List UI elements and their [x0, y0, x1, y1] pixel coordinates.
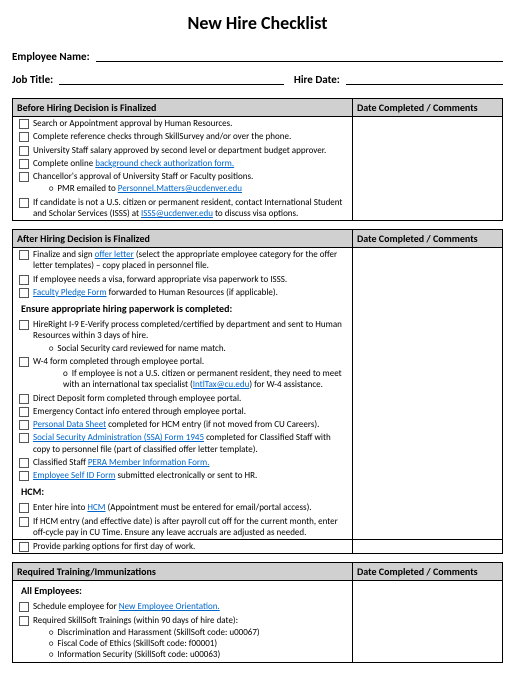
- s2-item-2: If employee needs a visa, forward approp…: [19, 273, 348, 286]
- s2g2-item-1-sub: Social Security card reviewed for name m…: [49, 343, 348, 354]
- hire-date-label: Hire Date:: [294, 73, 340, 86]
- s1-comments[interactable]: [353, 117, 503, 221]
- s3-comments[interactable]: [353, 581, 503, 662]
- s1-item-6: If candidate is not a U.S. citizen or pe…: [19, 196, 348, 221]
- s2g4-comments[interactable]: [353, 540, 503, 554]
- job-title-label: Job Title:: [12, 73, 53, 86]
- neo-link[interactable]: New Employee Orientation.: [119, 601, 220, 612]
- s1-item-4: Complete online background check authori…: [19, 157, 348, 170]
- section3-header: Required Training/Immunizations: [13, 563, 353, 581]
- s2-item-3: Faculty Pledge Form forwarded to Human R…: [19, 286, 348, 299]
- job-title-field: Job Title:: [12, 73, 284, 86]
- s2g2-item-2-sub: If employee is not a U.S. citizen or per…: [63, 368, 348, 391]
- s2g2-item-5: Personal Data Sheet completed for HCM en…: [19, 418, 348, 431]
- bg-check-link[interactable]: background check authorization form.: [95, 158, 234, 169]
- selfid-link[interactable]: Employee Self ID Form: [33, 470, 115, 481]
- job-title-line[interactable]: [59, 73, 284, 85]
- employee-name-label: Employee Name:: [12, 50, 90, 63]
- ssa-link[interactable]: Social Security Administration (SSA) For…: [33, 432, 204, 443]
- s2-item-1: Finalize and sign offer letter (select t…: [19, 248, 348, 273]
- intltax-link[interactable]: IntlTax@cu.edu: [193, 379, 250, 390]
- page-title: New Hire Checklist: [12, 12, 503, 34]
- subhead-all-employees: All Employees:: [17, 581, 348, 600]
- section-training: Required Training/Immunizations Date Com…: [12, 562, 503, 662]
- hire-date-field: Hire Date:: [294, 73, 503, 86]
- offer-letter-link[interactable]: offer letter: [95, 249, 134, 260]
- s2-comments[interactable]: [353, 248, 503, 540]
- s1-item-1: Search or Appointment approval by Human …: [19, 117, 348, 130]
- employee-name-line[interactable]: [96, 50, 503, 62]
- s3-sub-1: Discrimination and Harassment (SkillSoft…: [49, 627, 348, 638]
- s1-item-3: University Staff salary approved by seco…: [19, 144, 348, 157]
- employee-name-field: Employee Name:: [12, 50, 503, 63]
- personnel-email-link[interactable]: Personnel.Matters@ucdenver.edu: [118, 183, 242, 194]
- comments-header-3: Date Completed / Comments: [353, 563, 503, 581]
- s2g2-item-4: Emergency Contact info entered through e…: [19, 405, 348, 418]
- section-before-hiring: Before Hiring Decision is Finalized Date…: [12, 98, 503, 221]
- s3-item-1: Schedule employee for New Employee Orien…: [19, 600, 348, 613]
- s2g2-item-2: W-4 form completed through employee port…: [19, 355, 348, 392]
- section1-header: Before Hiring Decision is Finalized: [13, 99, 353, 117]
- s2g2-item-6: Social Security Administration (SSA) For…: [19, 431, 348, 456]
- subhead-hcm: HCM:: [17, 482, 348, 501]
- s1-item-5-sub: PMR emailed to Personnel.Matters@ucdenve…: [49, 183, 348, 194]
- hire-date-line[interactable]: [346, 73, 503, 85]
- pera-link[interactable]: PERA Member Information Form.: [88, 457, 210, 468]
- s2g2-item-3: Direct Deposit form completed through em…: [19, 392, 348, 405]
- faculty-pledge-link[interactable]: Faculty Pledge Form: [33, 287, 107, 298]
- s2g3-item-1: Enter hire into HCM (Appointment must be…: [19, 501, 348, 514]
- s2g2-item-7: Classified Staff PERA Member Information…: [19, 456, 348, 469]
- section-after-hiring: After Hiring Decision is Finalized Date …: [12, 229, 503, 554]
- hcm-link[interactable]: HCM: [87, 502, 105, 513]
- s1-item-2: Complete reference checks through SkillS…: [19, 130, 348, 143]
- subhead-paperwork: Ensure appropriate hiring paperwork is c…: [17, 299, 348, 318]
- s1-item-5: Chancellor's approval of University Staf…: [19, 170, 348, 196]
- s3-sub-3: Information Security (SkillSoft code: u0…: [49, 649, 348, 660]
- comments-header-1: Date Completed / Comments: [353, 99, 503, 117]
- s3-sub-2: Fiscal Code of Ethics (SkillSoft code: f…: [49, 638, 348, 649]
- s2g3-item-2: If HCM entry (and effective date) is aft…: [19, 515, 348, 540]
- pds-link[interactable]: Personal Data Sheet: [33, 419, 106, 430]
- s2g2-item-8: Employee Self ID Form submitted electron…: [19, 469, 348, 482]
- comments-header-2: Date Completed / Comments: [353, 230, 503, 248]
- s2g2-item-1: HireRight I-9 E-Verify process completed…: [19, 318, 348, 355]
- section2-header: After Hiring Decision is Finalized: [13, 230, 353, 248]
- s2g4-item-1: Provide parking options for first day of…: [19, 540, 348, 553]
- isss-email-link[interactable]: ISSS@ucdenver.edu: [141, 208, 213, 219]
- s3-item-2: Required SkillSoft Trainings (within 90 …: [19, 614, 348, 662]
